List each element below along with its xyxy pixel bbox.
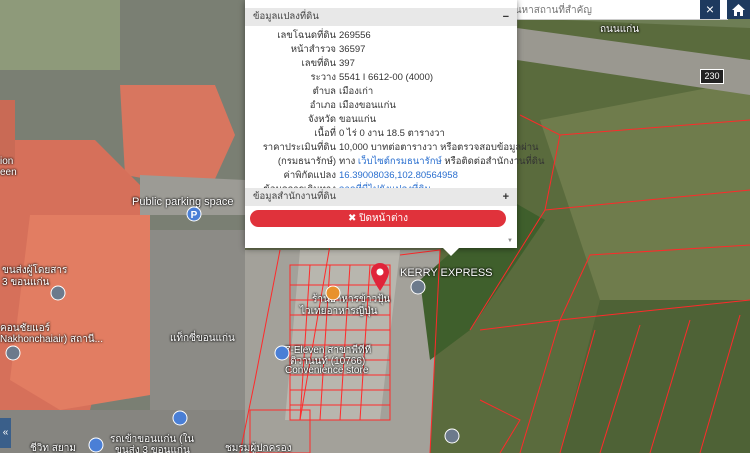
close-window-button[interactable]: ✖ ปิดหน้าต่าง bbox=[250, 210, 506, 227]
land-office-section-header[interactable]: ข้อมูลสำนักงานที่ดิน + bbox=[245, 188, 517, 206]
route-badge: 230 bbox=[700, 69, 724, 84]
row-label: หน้าสำรวจ bbox=[290, 44, 336, 55]
left-label-7: แท็กซี่ขอนแก่น bbox=[170, 333, 235, 344]
info-row-sheet: ระวาง 5541 I 6612-00 (4000) bbox=[245, 71, 517, 85]
row-label: เลขที่ดิน bbox=[301, 58, 337, 69]
info-row-coordinates: ค่าพิกัดแปลง 16.39008036,102.80564958 bbox=[245, 169, 517, 183]
map-pin-icon[interactable] bbox=[370, 262, 390, 292]
seven-eleven-label-3: Convenience store bbox=[285, 365, 369, 376]
row-value-suffix: หรือติดต่อสำนักงานที่ดิน bbox=[441, 156, 545, 167]
food-icon[interactable] bbox=[325, 285, 341, 301]
row-value: 36597 bbox=[339, 44, 366, 55]
info-row-province: จังหวัด ขอนแก่น bbox=[245, 113, 517, 127]
parking-icon[interactable]: P bbox=[186, 206, 202, 222]
panel-pointer bbox=[443, 248, 459, 256]
scroll-down-icon[interactable]: ▼ bbox=[507, 238, 513, 244]
row-label: ราคาประเมินที่ดิน bbox=[262, 142, 336, 153]
left-label-2: een bbox=[0, 167, 17, 178]
left-label-4: 3 ขอนแก่น bbox=[2, 277, 50, 288]
chevron-left-icon: « bbox=[2, 427, 9, 438]
search-bar bbox=[500, 0, 728, 20]
info-row-district: อำเภอ เมืองขอนแก่น bbox=[245, 99, 517, 113]
info-row-area: เนื้อที่ 0 ไร่ 0 งาน 18.5 ตารางวา bbox=[245, 127, 517, 141]
home-button[interactable] bbox=[727, 0, 750, 19]
top-road-label: ถนนแก่น bbox=[600, 24, 640, 35]
location-marker-icon[interactable] bbox=[5, 345, 21, 361]
treasury-website-link[interactable]: เว็บไซต์กรมธนารักษ์ bbox=[358, 156, 442, 167]
svg-text:P: P bbox=[191, 210, 198, 221]
row-label: อำเภอ bbox=[309, 100, 336, 111]
coordinates-link[interactable]: 16.39008036,102.80564958 bbox=[339, 170, 458, 181]
expand-sidebar-button[interactable]: « bbox=[0, 418, 11, 448]
public-parking-label: Public parking space bbox=[132, 196, 234, 208]
row-label: ตำบล bbox=[312, 86, 336, 97]
row-label: ค่าพิกัดแปลง bbox=[283, 170, 337, 181]
parcel-info-panel: ข้อมูลแปลงที่ดิน − เลขโฉนดที่ดิน 269556 ห… bbox=[245, 0, 545, 248]
search-close-button[interactable]: × bbox=[700, 0, 720, 19]
info-row-subdistrict: ตำบล เมืองเก่า bbox=[245, 85, 517, 99]
row-value-prefix: ทาง bbox=[339, 156, 358, 167]
section-title: ข้อมูลสำนักงานที่ดิน bbox=[253, 191, 337, 202]
row-value: เมืองขอนแก่น bbox=[339, 100, 396, 111]
panel-scroll-area[interactable]: ▼ bbox=[245, 236, 517, 248]
expand-toggle[interactable]: + bbox=[503, 188, 509, 206]
row-value: 397 bbox=[339, 58, 355, 69]
info-row-deed-number: เลขโฉนดที่ดิน 269556 bbox=[245, 29, 517, 43]
info-row-land-number: เลขที่ดิน 397 bbox=[245, 57, 517, 71]
land-info-section-header[interactable]: ข้อมูลแปลงที่ดิน − bbox=[245, 8, 517, 26]
bottom-label-2: ขนส่ง 3 ขอนแก่น bbox=[115, 445, 190, 453]
row-value: 269556 bbox=[339, 30, 371, 41]
bottom-label-3: ชมรมผู้ปกครอง bbox=[225, 443, 292, 453]
location-marker-icon[interactable] bbox=[410, 279, 426, 295]
row-value: ทาง เว็บไซต์กรมธนารักษ์ หรือติดต่อสำนักง… bbox=[339, 155, 544, 169]
row-label: เลขโฉนดที่ดิน bbox=[277, 30, 336, 41]
left-label-1: ion bbox=[0, 156, 14, 167]
row-value: 10,000 บาทต่อตารางวา หรือตรวจสอบข้อมูลผ่… bbox=[339, 142, 539, 153]
row-label: (กรมธนารักษ์) bbox=[277, 156, 336, 167]
row-value: ขอนแก่น bbox=[339, 114, 377, 125]
land-info-rows: เลขโฉนดที่ดิน 269556 หน้าสำรวจ 36597 เลขที… bbox=[245, 26, 545, 211]
shop-icon[interactable] bbox=[274, 345, 290, 361]
row-label: จังหวัด bbox=[308, 114, 336, 125]
shop-label-2: ไวเทยอาหารญี่ปุ่น bbox=[300, 306, 378, 317]
row-value: 0 ไร่ 0 งาน 18.5 ตารางวา bbox=[339, 128, 445, 139]
collapse-toggle[interactable]: − bbox=[503, 8, 509, 26]
location-marker-icon[interactable] bbox=[50, 285, 66, 301]
section-title: ข้อมูลแปลงที่ดิน bbox=[253, 11, 319, 22]
row-value: 5541 I 6612-00 (4000) bbox=[339, 72, 434, 83]
location-marker-icon[interactable] bbox=[172, 410, 188, 426]
bottom-label-4: ชีวิท สยาม bbox=[30, 443, 76, 453]
row-value: เมืองเก่า bbox=[339, 86, 374, 97]
search-input[interactable] bbox=[506, 1, 710, 20]
close-icon: × bbox=[705, 1, 715, 17]
location-marker-icon[interactable] bbox=[88, 437, 104, 453]
info-row-survey-page: หน้าสำรวจ 36597 bbox=[245, 43, 517, 57]
info-row-treasury: (กรมธนารักษ์) ทาง เว็บไซต์กรมธนารักษ์ หรื… bbox=[245, 155, 545, 169]
kerry-express-label: KERRY EXPRESS bbox=[400, 267, 493, 279]
home-icon bbox=[732, 4, 745, 16]
row-value: 16.39008036,102.80564958 bbox=[339, 169, 458, 183]
info-row-appraisal-price: ราคาประเมินที่ดิน 10,000 บาทต่อตารางวา หร… bbox=[245, 141, 539, 155]
location-marker-icon[interactable] bbox=[444, 428, 460, 444]
row-label: เนื้อที่ bbox=[314, 128, 336, 139]
row-label: ระวาง bbox=[310, 72, 336, 83]
